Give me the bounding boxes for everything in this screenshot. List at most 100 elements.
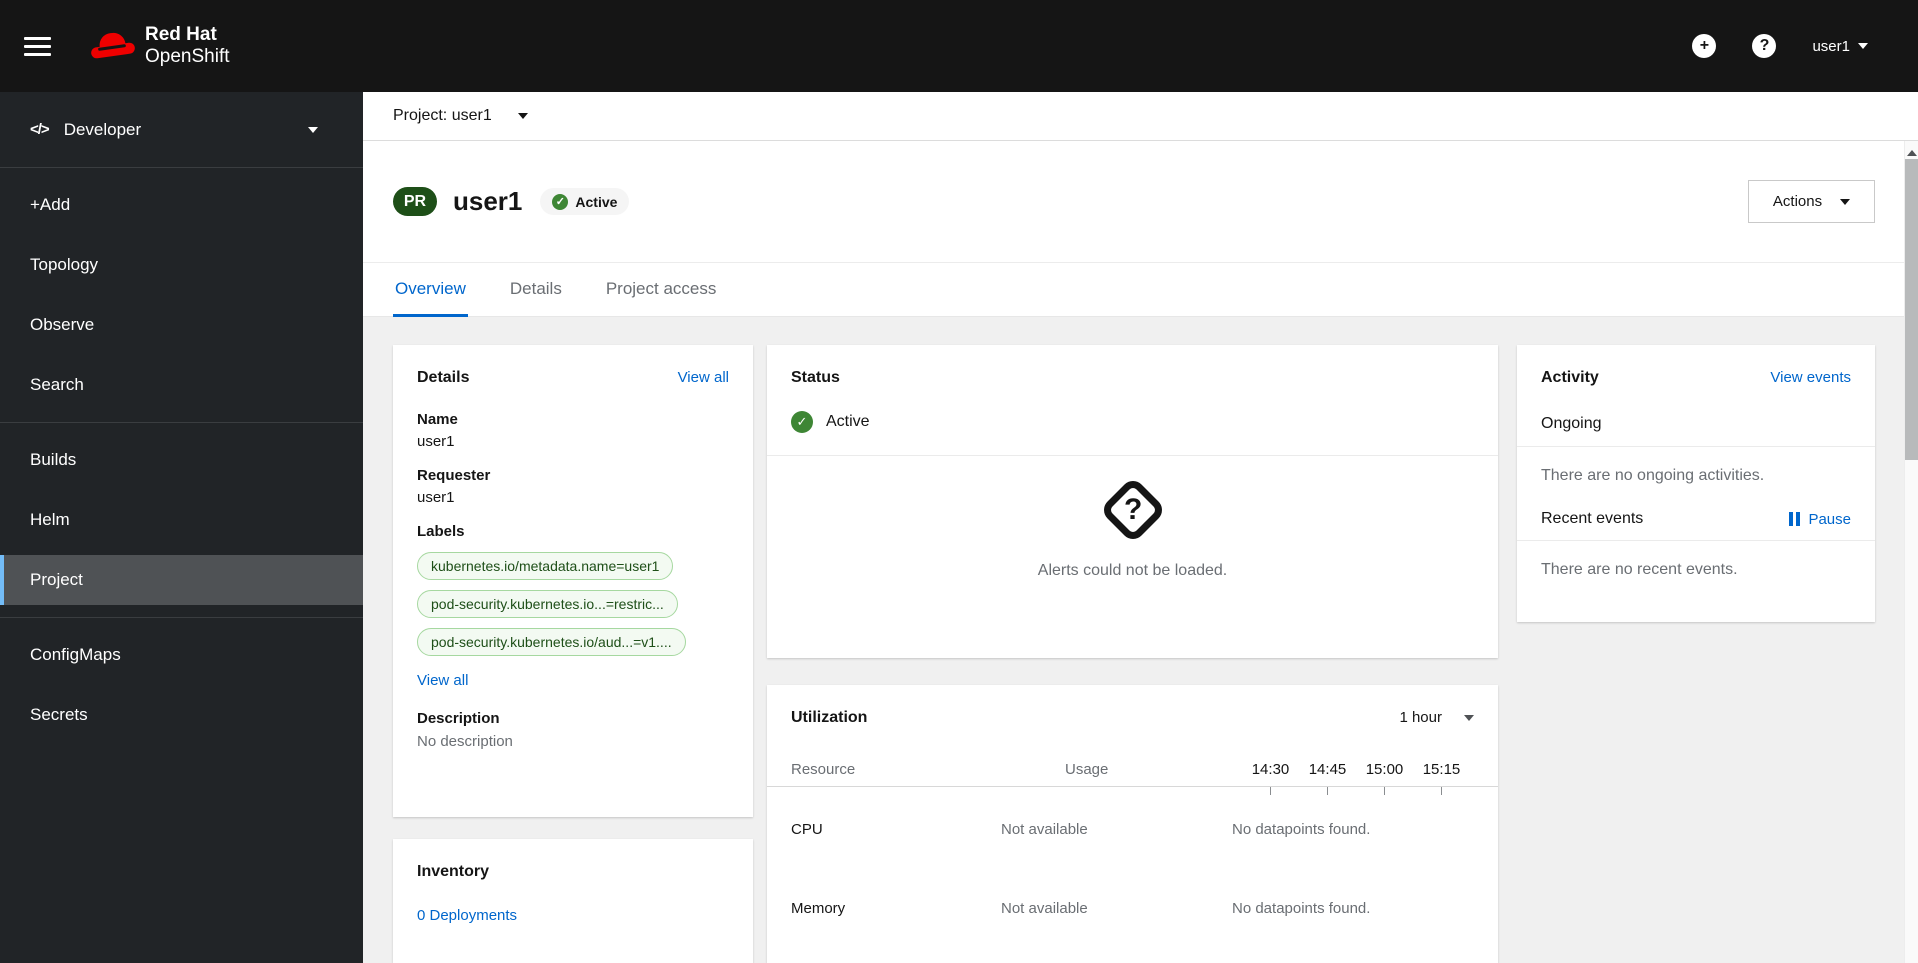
- ongoing-section-label: Ongoing: [1541, 415, 1602, 432]
- sidebar-item-helm[interactable]: Helm: [0, 495, 363, 545]
- time-axis-ticks: [791, 787, 1474, 795]
- main-area: Project: user1 PR user1 ✓ Active Actions…: [363, 92, 1918, 963]
- time-tick-label: 14:30: [1251, 761, 1290, 778]
- sidebar-nav: </> Developer +Add Topology Observe Sear…: [0, 92, 363, 963]
- column-details: Details View all Name user1 Requester us…: [393, 345, 753, 963]
- sidebar-item-secrets[interactable]: Secrets: [0, 690, 363, 740]
- user-menu-label: user1: [1812, 37, 1850, 55]
- requester-label: Requester: [417, 467, 491, 484]
- activity-card: Activity View events Ongoing There are n…: [1517, 345, 1875, 622]
- pause-icon: [1789, 512, 1801, 526]
- help-question-circle-icon[interactable]: ?: [1752, 34, 1777, 58]
- labels-view-all-link[interactable]: View all: [417, 672, 468, 689]
- sidebar-item-search[interactable]: Search: [0, 360, 363, 410]
- sidebar-item-configmaps[interactable]: ConfigMaps: [0, 630, 363, 680]
- nav-group-3: ConfigMaps Secrets: [0, 618, 363, 752]
- utilization-table-header: Resource Usage 14:30 14:45 15:00 15:15: [791, 761, 1474, 778]
- status-badge: ✓ Active: [540, 188, 630, 215]
- nav-group-1: +Add Topology Observe Search: [0, 168, 363, 423]
- resource-chart-empty: No datapoints found.: [1232, 900, 1371, 917]
- redhat-hat-icon: [90, 30, 136, 62]
- openshift-console: Red Hat OpenShift + ? user1 </> Develope…: [0, 0, 1918, 963]
- name-value: user1: [417, 433, 455, 450]
- deployments-link[interactable]: 0 Deployments: [417, 907, 517, 924]
- labels-label: Labels: [417, 523, 465, 540]
- add-plus-circle-icon[interactable]: +: [1692, 34, 1717, 58]
- sidebar-item-project[interactable]: Project: [0, 555, 363, 605]
- redhat-openshift-logo: Red Hat OpenShift: [90, 24, 230, 68]
- pause-label: Pause: [1808, 510, 1851, 528]
- divider: [767, 455, 1498, 456]
- utilization-card-title: Utilization: [791, 709, 868, 726]
- divider: [1517, 446, 1875, 447]
- resource-usage: Not available: [1001, 900, 1088, 917]
- column-activity: Activity View events Ongoing There are n…: [1517, 345, 1875, 963]
- duration-value: 1 hour: [1399, 709, 1442, 726]
- pause-events-button[interactable]: Pause: [1789, 511, 1851, 528]
- chevron-down-icon: [1858, 43, 1868, 49]
- resource-column-header: Resource: [791, 761, 856, 778]
- status-card: Status ✓ Active ? Alerts could not be lo…: [767, 345, 1498, 658]
- perspective-switcher[interactable]: </> Developer: [0, 92, 363, 168]
- inventory-card-title: Inventory: [417, 863, 490, 880]
- utilization-row-cpu: CPU Not available No datapoints found.: [791, 821, 1474, 838]
- masthead: Red Hat OpenShift + ? user1: [0, 0, 1918, 92]
- chevron-down-icon: [1840, 198, 1851, 205]
- inventory-card: Inventory 0 Deployments: [393, 839, 753, 963]
- tab-details[interactable]: Details: [508, 279, 564, 316]
- masthead-actions: + ? user1: [1692, 34, 1868, 58]
- resource-usage: Not available: [1001, 821, 1088, 838]
- brand-text: Red Hat OpenShift: [145, 24, 230, 68]
- duration-dropdown[interactable]: 1 hour: [1399, 709, 1474, 726]
- page-title: user1: [453, 186, 523, 216]
- tab-bar: Overview Details Project access: [363, 263, 1918, 317]
- chevron-down-icon: [1464, 714, 1474, 721]
- sidebar-item-topology[interactable]: Topology: [0, 240, 363, 290]
- tab-project-access[interactable]: Project access: [604, 279, 719, 316]
- description-value: No description: [417, 733, 513, 750]
- nav-group-2: Builds Helm Project: [0, 423, 363, 618]
- details-card: Details View all Name user1 Requester us…: [393, 345, 753, 817]
- usage-column-header: Usage: [1065, 761, 1109, 778]
- scrollbar-thumb[interactable]: [1905, 159, 1918, 460]
- hamburger-menu-icon[interactable]: [24, 36, 51, 56]
- scrollbar-up-arrow-icon[interactable]: [1907, 150, 1917, 156]
- brand-line2: OpenShift: [145, 46, 230, 67]
- view-events-link[interactable]: View events: [1770, 369, 1851, 386]
- label-pill[interactable]: pod-security.kubernetes.io/aud...=v1....: [417, 628, 686, 656]
- sidebar-item-builds[interactable]: Builds: [0, 435, 363, 485]
- project-selector[interactable]: Project: user1: [393, 107, 492, 125]
- code-icon: </>: [30, 121, 50, 138]
- recent-events-label: Recent events: [1541, 510, 1644, 527]
- actions-dropdown-button[interactable]: Actions: [1748, 180, 1875, 223]
- perspective-label: Developer: [63, 119, 142, 139]
- chevron-down-icon[interactable]: [517, 113, 528, 119]
- chevron-down-icon: [308, 126, 318, 133]
- user-menu[interactable]: user1: [1812, 38, 1868, 55]
- project-status-text: Active: [826, 413, 870, 430]
- overview-dashboard: Details View all Name user1 Requester us…: [363, 317, 1918, 963]
- label-pill[interactable]: kubernetes.io/metadata.name=user1: [417, 552, 674, 580]
- recent-empty-message: There are no recent events.: [1541, 561, 1738, 578]
- sidebar-item-observe[interactable]: Observe: [0, 300, 363, 350]
- column-status-utilization: Status ✓ Active ? Alerts could not be lo…: [767, 345, 1498, 963]
- vertical-scrollbar[interactable]: [1904, 141, 1918, 963]
- sidebar-item-add[interactable]: +Add: [0, 180, 363, 230]
- status-card-title: Status: [791, 369, 840, 386]
- ongoing-empty-message: There are no ongoing activities.: [1541, 467, 1765, 484]
- tab-overview[interactable]: Overview: [393, 279, 468, 317]
- label-pill[interactable]: pod-security.kubernetes.io...=restric...: [417, 590, 678, 618]
- check-circle-icon: ✓: [791, 411, 813, 433]
- time-tick-label: 15:15: [1422, 761, 1461, 778]
- alerts-error-message: Alerts could not be loaded.: [1037, 562, 1228, 579]
- page-header: PR user1 ✓ Active Actions: [363, 141, 1918, 263]
- divider: [1517, 540, 1875, 541]
- check-circle-icon: ✓: [552, 193, 569, 210]
- utilization-card: Utilization 1 hour Resource Usage 14:30 …: [767, 685, 1498, 963]
- resource-chart-empty: No datapoints found.: [1232, 821, 1371, 838]
- details-view-all-link[interactable]: View all: [678, 369, 729, 386]
- time-tick-label: 15:00: [1365, 761, 1404, 778]
- activity-card-title: Activity: [1541, 369, 1599, 386]
- recent-events-row: Recent events Pause: [1541, 510, 1851, 528]
- resource-name: Memory: [791, 900, 846, 917]
